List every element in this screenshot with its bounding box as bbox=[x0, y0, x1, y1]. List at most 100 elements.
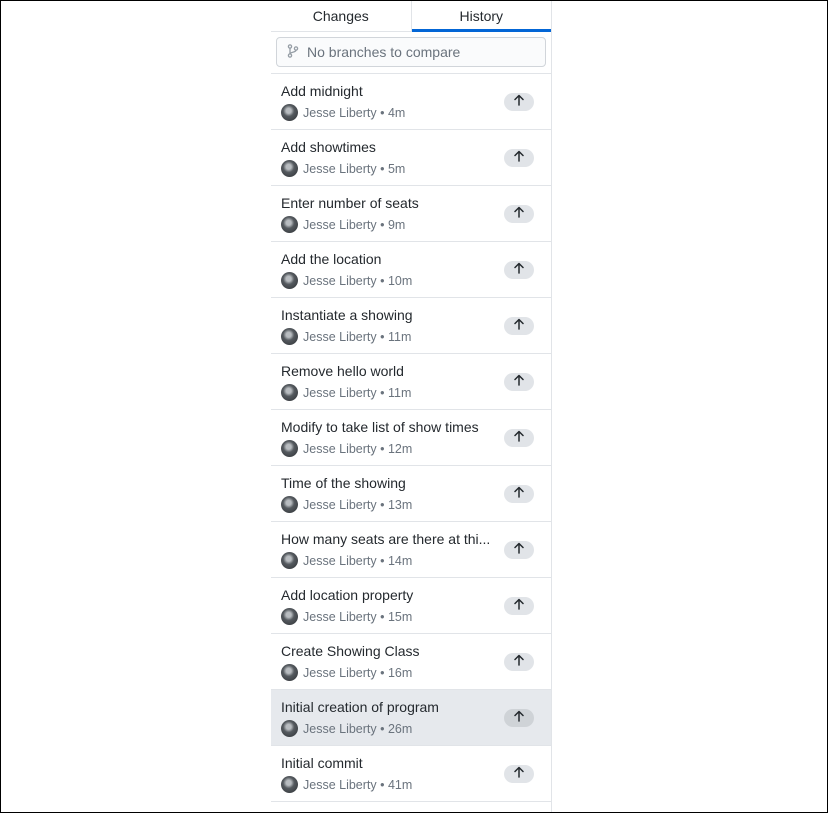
commit-author: Jesse Liberty bbox=[303, 273, 377, 288]
commit-author: Jesse Liberty bbox=[303, 721, 377, 736]
commit-summary: Enter number of seats bbox=[281, 195, 419, 211]
push-commit-button[interactable] bbox=[504, 205, 534, 223]
avatar bbox=[281, 272, 298, 289]
meta-separator: • bbox=[376, 385, 388, 400]
history-panel: Changes History No branches to compare A… bbox=[271, 0, 552, 813]
commit-summary: Instantiate a showing bbox=[281, 307, 413, 323]
push-commit-button[interactable] bbox=[504, 373, 534, 391]
arrow-up-icon bbox=[514, 709, 524, 727]
commit-meta: Jesse Liberty • 13m bbox=[281, 496, 541, 513]
arrow-up-icon bbox=[514, 149, 524, 167]
commit-author: Jesse Liberty bbox=[303, 105, 377, 120]
commit-time: 15m bbox=[387, 609, 413, 624]
commit-author: Jesse Liberty bbox=[303, 161, 377, 176]
commit-author: Jesse Liberty bbox=[303, 385, 377, 400]
meta-separator: • bbox=[376, 105, 388, 120]
commit-summary: How many seats are there at thi... bbox=[281, 531, 491, 547]
avatar bbox=[281, 440, 298, 457]
commit-summary: Add location property bbox=[281, 587, 414, 603]
commit-item[interactable]: Create Showing Class Jesse Liberty • 16m bbox=[271, 634, 551, 690]
arrow-up-icon bbox=[514, 597, 524, 615]
push-commit-button[interactable] bbox=[504, 597, 534, 615]
meta-separator: • bbox=[376, 329, 388, 344]
commit-time: 14m bbox=[387, 553, 413, 568]
commit-time: 26m bbox=[387, 721, 413, 736]
commit-meta: Jesse Liberty • 12m bbox=[281, 440, 541, 457]
avatar bbox=[281, 160, 298, 177]
commit-author: Jesse Liberty bbox=[303, 665, 377, 680]
commit-meta: Jesse Liberty • 10m bbox=[281, 272, 541, 289]
commit-item[interactable]: Add midnight Jesse Liberty • 4m bbox=[271, 74, 551, 130]
commit-time: 11m bbox=[387, 329, 412, 344]
commit-meta: Jesse Liberty • 26m bbox=[281, 720, 541, 737]
arrow-up-icon bbox=[514, 485, 524, 503]
commit-summary: Create Showing Class bbox=[281, 643, 420, 659]
arrow-up-icon bbox=[514, 653, 524, 671]
commit-author: Jesse Liberty bbox=[303, 553, 377, 568]
avatar bbox=[281, 104, 298, 121]
branch-compare-field[interactable]: No branches to compare bbox=[276, 37, 546, 67]
commit-meta: Jesse Liberty • 5m bbox=[281, 160, 541, 177]
push-commit-button[interactable] bbox=[504, 709, 534, 727]
commit-meta: Jesse Liberty • 11m bbox=[281, 328, 541, 345]
push-commit-button[interactable] bbox=[504, 93, 534, 111]
commit-summary: Time of the showing bbox=[281, 475, 406, 491]
push-commit-button[interactable] bbox=[504, 541, 534, 559]
meta-separator: • bbox=[376, 217, 388, 232]
commit-summary: Initial creation of program bbox=[281, 699, 439, 715]
commit-meta: Jesse Liberty • 41m bbox=[281, 776, 541, 793]
arrow-up-icon bbox=[514, 317, 524, 335]
branch-compare-placeholder: No branches to compare bbox=[307, 44, 461, 60]
push-commit-button[interactable] bbox=[504, 765, 534, 783]
commit-meta: Jesse Liberty • 4m bbox=[281, 104, 541, 121]
push-commit-button[interactable] bbox=[504, 149, 534, 167]
commit-meta: Jesse Liberty • 16m bbox=[281, 664, 541, 681]
meta-separator: • bbox=[376, 721, 388, 736]
avatar bbox=[281, 552, 298, 569]
tab-history[interactable]: History bbox=[411, 0, 552, 32]
commit-summary: Add midnight bbox=[281, 83, 363, 99]
commit-summary: Add the location bbox=[281, 251, 382, 267]
avatar bbox=[281, 608, 298, 625]
arrow-up-icon bbox=[514, 261, 524, 279]
commit-time: 9m bbox=[387, 217, 406, 232]
push-commit-button[interactable] bbox=[504, 317, 534, 335]
commit-meta: Jesse Liberty • 9m bbox=[281, 216, 541, 233]
commit-item[interactable]: Instantiate a showing Jesse Liberty • 11m bbox=[271, 298, 551, 354]
commit-item[interactable]: How many seats are there at thi... Jesse … bbox=[271, 522, 551, 578]
meta-separator: • bbox=[376, 777, 388, 792]
tab-bar: Changes History bbox=[271, 0, 551, 32]
avatar bbox=[281, 776, 298, 793]
arrow-up-icon bbox=[514, 205, 524, 223]
commit-item[interactable]: Initial commit Jesse Liberty • 41m bbox=[271, 746, 551, 802]
commit-item[interactable]: Enter number of seats Jesse Liberty • 9m bbox=[271, 186, 551, 242]
commit-time: 11m bbox=[387, 385, 412, 400]
commit-item[interactable]: Remove hello world Jesse Liberty • 11m bbox=[271, 354, 551, 410]
push-commit-button[interactable] bbox=[504, 485, 534, 503]
meta-separator: • bbox=[376, 553, 388, 568]
push-commit-button[interactable] bbox=[504, 653, 534, 671]
tab-changes[interactable]: Changes bbox=[271, 0, 412, 31]
avatar bbox=[281, 720, 298, 737]
commit-time: 4m bbox=[387, 105, 406, 120]
meta-separator: • bbox=[376, 273, 388, 288]
commit-item[interactable]: Initial creation of program Jesse Liberty… bbox=[271, 690, 551, 746]
branch-compare-container: No branches to compare bbox=[271, 32, 551, 74]
commit-author: Jesse Liberty bbox=[303, 609, 377, 624]
commit-time: 16m bbox=[387, 665, 413, 680]
commit-summary: Modify to take list of show times bbox=[281, 419, 479, 435]
commit-item[interactable]: Add showtimes Jesse Liberty • 5m bbox=[271, 130, 551, 186]
commit-author: Jesse Liberty bbox=[303, 497, 377, 512]
arrow-up-icon bbox=[514, 765, 524, 783]
git-branch-icon bbox=[287, 43, 307, 61]
push-commit-button[interactable] bbox=[504, 261, 534, 279]
push-commit-button[interactable] bbox=[504, 429, 534, 447]
commit-item[interactable]: Time of the showing Jesse Liberty • 13m bbox=[271, 466, 551, 522]
commit-item[interactable]: Add the location Jesse Liberty • 10m bbox=[271, 242, 551, 298]
commit-time: 5m bbox=[387, 161, 406, 176]
commit-item[interactable]: Add location property Jesse Liberty • 15m bbox=[271, 578, 551, 634]
commit-summary: Add showtimes bbox=[281, 139, 376, 155]
commit-item[interactable]: Modify to take list of show times Jesse L… bbox=[271, 410, 551, 466]
arrow-up-icon bbox=[514, 93, 524, 111]
commit-time: 41m bbox=[387, 777, 413, 792]
